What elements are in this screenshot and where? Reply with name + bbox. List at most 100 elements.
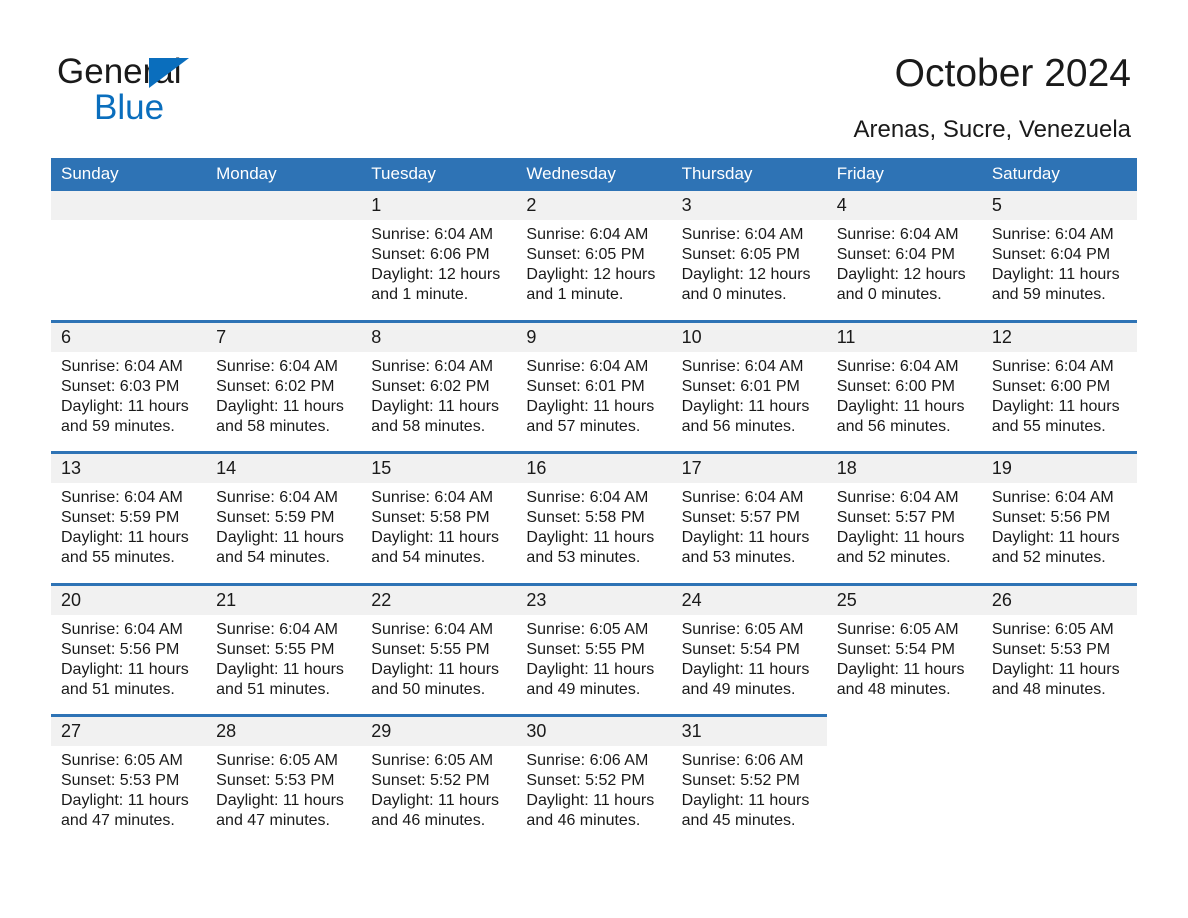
day-info-line: and 1 minute. <box>371 286 469 303</box>
week-daynumber-row: 27 28 29 30 31 <box>51 714 1137 746</box>
day-number[interactable]: 28 <box>206 714 362 746</box>
day-number[interactable]: 3 <box>671 191 827 220</box>
week-detail-row: Sunrise: 6:04 AM Sunset: 6:03 PM Daylight:… <box>51 351 1137 453</box>
day-cell[interactable]: Sunrise: 6:04 AM Sunset: 5:59 PM Daylight:… <box>51 483 207 584</box>
day-info-line: Sunset: 6:02 PM <box>216 377 335 395</box>
day-number[interactable]: 13 <box>51 451 207 483</box>
day-cell[interactable]: Sunrise: 6:04 AM Sunset: 5:58 PM Daylight:… <box>361 483 517 584</box>
week-detail-row: Sunrise: 6:04 AM Sunset: 6:06 PM Daylight:… <box>51 220 1137 321</box>
day-number[interactable]: 20 <box>51 582 207 615</box>
day-number[interactable]: 12 <box>981 319 1137 352</box>
day-info-line: and 58 minutes. <box>371 417 486 435</box>
day-cell[interactable]: Sunrise: 6:04 AM Sunset: 5:55 PM Daylight:… <box>361 614 517 716</box>
day-info-line: and 46 minutes. <box>371 812 486 829</box>
day-info-line: and 53 minutes. <box>526 549 641 566</box>
day-number[interactable]: 31 <box>671 714 827 746</box>
weekday-header-wednesday: Wednesday <box>516 158 672 191</box>
day-number[interactable]: 24 <box>671 582 827 615</box>
day-cell[interactable]: Sunrise: 6:05 AM Sunset: 5:54 PM Daylight:… <box>826 614 982 716</box>
calendar-table: Sunday Monday Tuesday Wednesday Thursday Frid… <box>51 158 1137 847</box>
day-info-line: Sunrise: 6:04 AM <box>526 226 649 243</box>
day-number[interactable]: 11 <box>826 319 982 352</box>
day-cell[interactable]: Sunrise: 6:05 AM Sunset: 5:53 PM Daylight:… <box>981 614 1137 716</box>
day-number[interactable]: 2 <box>516 191 672 220</box>
day-info-line: Sunset: 5:56 PM <box>61 640 180 658</box>
day-info-line: Sunset: 6:06 PM <box>371 246 490 263</box>
day-cell[interactable]: Sunrise: 6:05 AM Sunset: 5:53 PM Daylight:… <box>51 746 207 847</box>
day-info-line: Daylight: 11 hours <box>681 529 810 546</box>
day-cell[interactable]: Sunrise: 6:04 AM Sunset: 6:06 PM Daylight:… <box>361 220 517 321</box>
day-cell[interactable]: Sunrise: 6:04 AM Sunset: 6:01 PM Daylight:… <box>516 351 672 453</box>
day-info-line: Daylight: 11 hours <box>991 660 1120 678</box>
day-cell[interactable]: Sunrise: 6:04 AM Sunset: 5:55 PM Daylight:… <box>206 614 362 716</box>
day-info-line: Sunrise: 6:05 AM <box>61 752 183 769</box>
day-number[interactable]: 7 <box>206 319 362 352</box>
logo-top-line: General <box>57 52 357 92</box>
logo-triangle-icon <box>149 58 189 88</box>
day-info-line: Sunset: 6:04 PM <box>991 246 1111 263</box>
day-info-line: and 46 minutes. <box>526 812 641 829</box>
day-info-line: and 52 minutes. <box>836 549 951 566</box>
day-number[interactable]: 6 <box>51 319 207 352</box>
day-info-line: Sunset: 5:53 PM <box>61 772 180 789</box>
day-info-line: and 54 minutes. <box>371 549 486 566</box>
day-info-line: Sunrise: 6:04 AM <box>526 489 649 506</box>
day-cell[interactable]: Sunrise: 6:04 AM Sunset: 6:04 PM Daylight:… <box>981 220 1137 321</box>
day-number[interactable]: 4 <box>826 191 982 220</box>
day-number[interactable]: 15 <box>361 451 517 483</box>
day-info-line: Sunset: 6:03 PM <box>61 377 180 395</box>
day-cell[interactable]: Sunrise: 6:04 AM Sunset: 6:00 PM Daylight:… <box>826 351 982 453</box>
day-number[interactable]: 17 <box>671 451 827 483</box>
day-cell[interactable]: Sunrise: 6:04 AM Sunset: 6:04 PM Daylight:… <box>826 220 982 321</box>
day-cell[interactable]: Sunrise: 6:04 AM Sunset: 5:56 PM Daylight:… <box>51 614 207 716</box>
day-number[interactable]: 5 <box>981 191 1137 220</box>
day-cell[interactable]: Sunrise: 6:04 AM Sunset: 6:00 PM Daylight:… <box>981 351 1137 453</box>
day-cell[interactable]: Sunrise: 6:04 AM Sunset: 5:57 PM Daylight:… <box>826 483 982 584</box>
day-number[interactable]: 19 <box>981 451 1137 483</box>
day-number[interactable]: 30 <box>516 714 672 746</box>
day-cell[interactable]: Sunrise: 6:04 AM Sunset: 6:01 PM Daylight:… <box>671 351 827 453</box>
day-cell-empty <box>826 746 982 847</box>
day-cell[interactable]: Sunrise: 6:04 AM Sunset: 6:02 PM Daylight:… <box>361 351 517 453</box>
day-number[interactable]: 16 <box>516 451 672 483</box>
day-cell[interactable]: Sunrise: 6:05 AM Sunset: 5:52 PM Daylight:… <box>361 746 517 847</box>
day-cell[interactable]: Sunrise: 6:04 AM Sunset: 6:05 PM Daylight:… <box>671 220 827 321</box>
weekday-header-tuesday: Tuesday <box>361 158 517 191</box>
day-cell[interactable]: Sunrise: 6:05 AM Sunset: 5:54 PM Daylight:… <box>671 614 827 716</box>
day-number[interactable]: 27 <box>51 714 207 746</box>
day-info-line: Daylight: 11 hours <box>836 529 965 546</box>
day-cell[interactable]: Sunrise: 6:05 AM Sunset: 5:55 PM Daylight:… <box>516 614 672 716</box>
day-number[interactable]: 29 <box>361 714 517 746</box>
day-info-line: and 49 minutes. <box>526 680 641 698</box>
day-cell[interactable]: Sunrise: 6:04 AM Sunset: 6:03 PM Daylight:… <box>51 351 207 453</box>
day-cell[interactable]: Sunrise: 6:06 AM Sunset: 5:52 PM Daylight:… <box>671 746 827 847</box>
day-number[interactable]: 8 <box>361 319 517 352</box>
day-number[interactable]: 26 <box>981 582 1137 615</box>
day-number[interactable]: 1 <box>361 191 517 220</box>
day-cell[interactable]: Sunrise: 6:04 AM Sunset: 6:02 PM Daylight:… <box>206 351 362 453</box>
day-cell[interactable]: Sunrise: 6:04 AM Sunset: 5:56 PM Daylight:… <box>981 483 1137 584</box>
day-number[interactable]: 22 <box>361 582 517 615</box>
day-info-line: Sunrise: 6:06 AM <box>681 752 804 769</box>
day-info-line: Daylight: 11 hours <box>991 266 1120 283</box>
day-info-line: Daylight: 11 hours <box>526 660 655 678</box>
day-cell[interactable]: Sunrise: 6:04 AM Sunset: 5:59 PM Daylight:… <box>206 483 362 584</box>
day-number[interactable]: 25 <box>826 582 982 615</box>
day-number[interactable]: 21 <box>206 582 362 615</box>
day-number[interactable]: 9 <box>516 319 672 352</box>
day-number[interactable]: 23 <box>516 582 672 615</box>
day-cell[interactable]: Sunrise: 6:04 AM Sunset: 6:05 PM Daylight:… <box>516 220 672 321</box>
day-cell[interactable]: Sunrise: 6:05 AM Sunset: 5:53 PM Daylight:… <box>206 746 362 847</box>
day-info-line: Sunset: 6:00 PM <box>836 377 955 395</box>
day-cell-empty <box>206 220 362 321</box>
day-info-line: Daylight: 12 hours <box>681 266 811 283</box>
day-cell[interactable]: Sunrise: 6:04 AM Sunset: 5:58 PM Daylight:… <box>516 483 672 584</box>
day-number[interactable]: 14 <box>206 451 362 483</box>
day-cell[interactable]: Sunrise: 6:06 AM Sunset: 5:52 PM Daylight:… <box>516 746 672 847</box>
day-info-line: Daylight: 11 hours <box>216 660 344 678</box>
day-number[interactable]: 10 <box>671 319 827 352</box>
day-info-line: Sunset: 5:55 PM <box>216 640 335 658</box>
day-info-line: Sunrise: 6:05 AM <box>681 620 804 638</box>
day-cell[interactable]: Sunrise: 6:04 AM Sunset: 5:57 PM Daylight:… <box>671 483 827 584</box>
day-number[interactable]: 18 <box>826 451 982 483</box>
